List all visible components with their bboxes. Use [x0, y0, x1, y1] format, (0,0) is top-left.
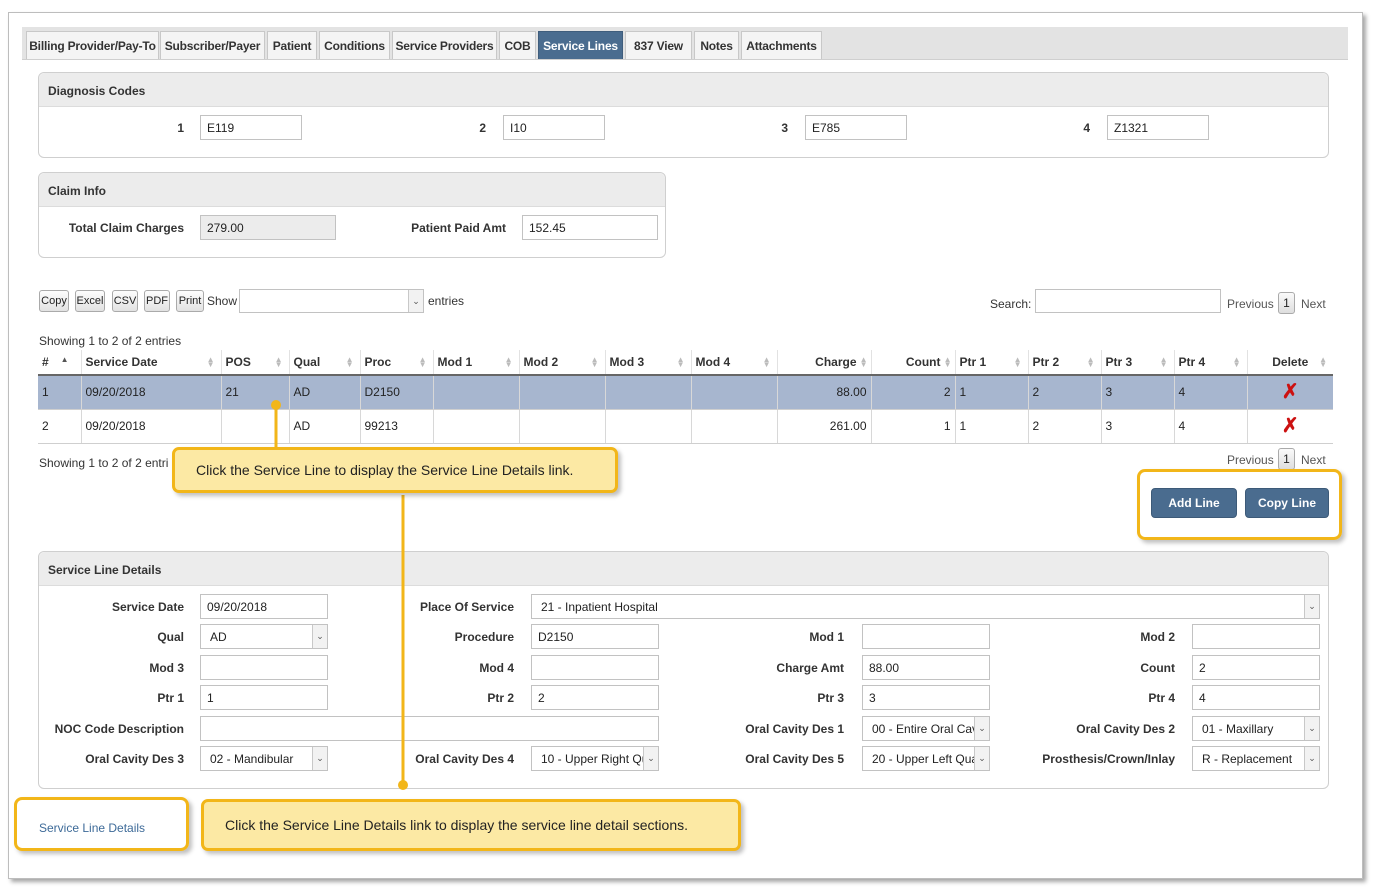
- callout-click-details-link: Click the Service Line Details link to d…: [201, 799, 741, 851]
- callout-bottom-text: Click the Service Line Details link to d…: [225, 817, 688, 833]
- callout-click-service-line: Click the Service Line to display the Se…: [172, 447, 618, 493]
- connector-dot-top: [271, 400, 281, 410]
- annotation-connectors: [271, 400, 408, 790]
- connector-dot-bottom: [398, 780, 408, 790]
- service-line-details-link[interactable]: Service Line Details: [39, 821, 145, 835]
- callout-top-text: Click the Service Line to display the Se…: [196, 462, 574, 478]
